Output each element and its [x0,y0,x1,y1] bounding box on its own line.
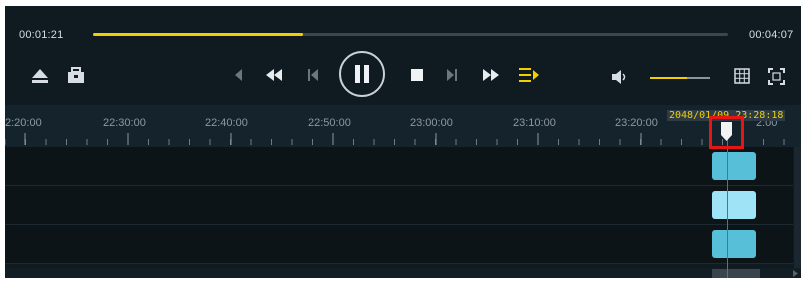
pause-button[interactable] [339,51,385,97]
progress-fill [93,33,303,36]
player-window: 00:01:21 00:04:07 2:20:00 22:30:00 22:40… [5,6,801,278]
step-back-icon[interactable] [307,68,319,82]
tick-label: 23:10:00 [513,117,556,129]
playlist-icon[interactable] [518,66,540,84]
horizontal-scroll-thumb[interactable] [712,269,760,278]
progress-bar[interactable] [93,33,728,36]
previous-icon[interactable] [233,68,243,82]
playhead-line [727,127,728,278]
playhead-handle[interactable] [709,116,744,149]
recording-segment[interactable] [712,191,756,219]
recording-segment[interactable] [712,152,756,180]
rewind-icon[interactable] [265,68,283,82]
fullscreen-icon[interactable] [768,68,785,85]
pause-icon [355,65,369,83]
track-row[interactable] [5,186,793,225]
tick-label: 22:30:00 [103,117,146,129]
track-row[interactable] [5,147,793,186]
recording-segment[interactable] [712,230,756,258]
track-row[interactable] [5,225,793,264]
scroll-right-icon[interactable] [791,269,799,278]
step-forward-icon[interactable] [446,68,458,82]
playhead-marker-icon [721,122,732,141]
horizontal-scrollbar[interactable] [5,268,801,278]
eject-icon[interactable] [31,68,49,84]
fast-forward-icon[interactable] [482,68,500,82]
stop-icon[interactable] [410,68,424,82]
volume-fill [650,77,688,79]
tick-label: 2:20:00 [5,117,42,129]
volume-icon[interactable] [611,70,629,84]
tick-label: 23:00:00 [410,117,453,129]
toolbox-icon[interactable] [67,67,85,84]
vertical-scrollbar[interactable] [794,147,801,271]
grid-icon[interactable] [734,68,750,84]
tick-label: 23:20:00 [615,117,658,129]
current-time: 00:01:21 [19,29,64,41]
tick-label: 22:40:00 [205,117,248,129]
volume-slider[interactable] [650,77,710,79]
tick-label: 22:50:00 [308,117,351,129]
total-time: 00:04:07 [749,29,794,41]
